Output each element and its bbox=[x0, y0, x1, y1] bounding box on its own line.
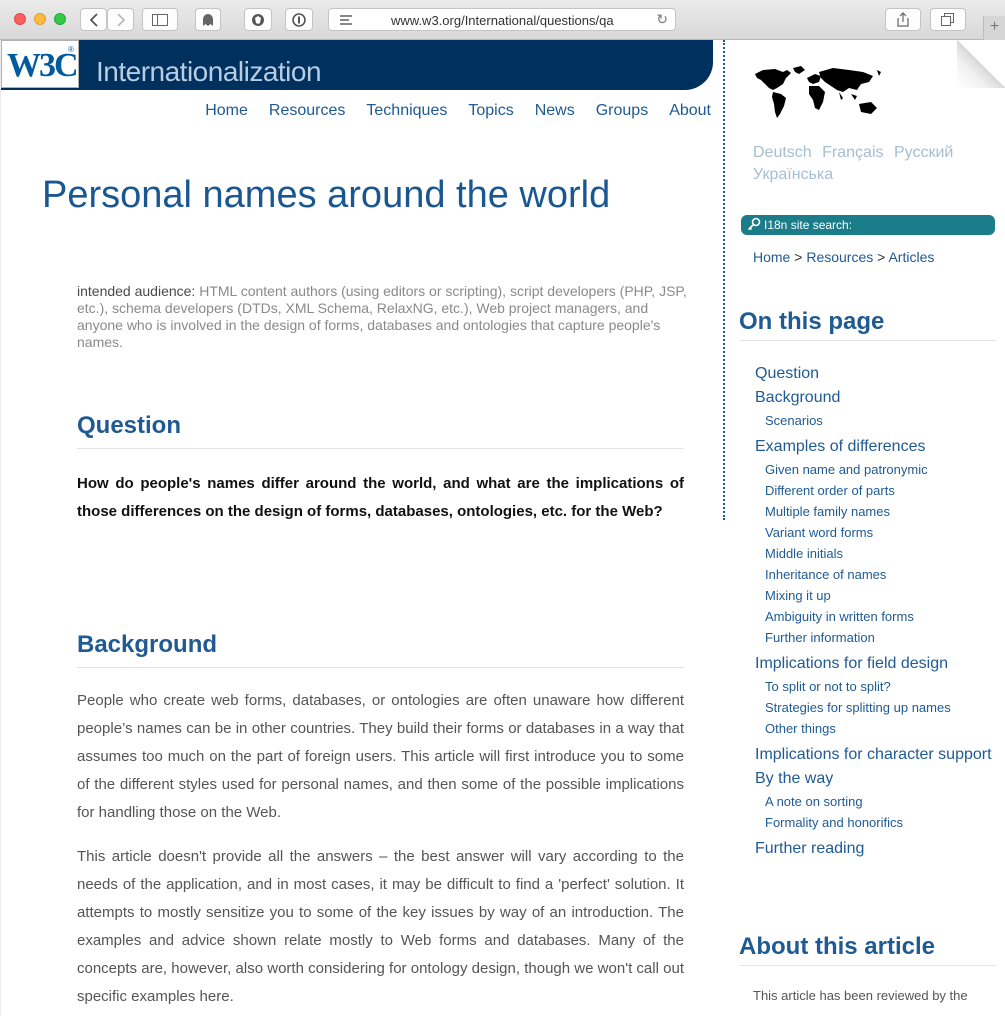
toc-subsection-link[interactable]: Different order of parts bbox=[755, 480, 1000, 501]
toc-section-link[interactable]: Question bbox=[755, 362, 1000, 386]
share-button[interactable] bbox=[885, 8, 921, 31]
zoom-window-button[interactable] bbox=[54, 13, 66, 25]
forward-arrow-icon bbox=[116, 12, 125, 27]
site-header: W3C ® Internationalization bbox=[1, 40, 713, 90]
toc-subsection-link[interactable]: Ambiguity in written forms bbox=[755, 606, 1000, 627]
extension-privacy-button[interactable] bbox=[244, 8, 272, 31]
background-heading: Background bbox=[77, 631, 684, 668]
browser-toolbar: www.w3.org/International/questions/qa ↻ … bbox=[0, 0, 1005, 40]
url-text[interactable]: www.w3.org/International/questions/qa bbox=[391, 13, 646, 28]
nav-topics[interactable]: Topics bbox=[468, 102, 513, 120]
about-article-heading: About this article bbox=[739, 933, 997, 966]
toc-subsection-link[interactable]: Given name and patronymic bbox=[755, 459, 1000, 480]
toc-section-link[interactable]: Background bbox=[755, 386, 1000, 410]
world-map-icon bbox=[755, 66, 881, 118]
nav-groups[interactable]: Groups bbox=[596, 102, 648, 120]
minimize-window-button[interactable] bbox=[34, 13, 46, 25]
toc-subsection-link[interactable]: Mixing it up bbox=[755, 585, 1000, 606]
language-francais[interactable]: Français bbox=[822, 144, 883, 161]
toc-subsection-link[interactable]: Scenarios bbox=[755, 410, 1000, 431]
breadcrumb-articles[interactable]: Articles bbox=[888, 249, 934, 265]
close-window-button[interactable] bbox=[14, 13, 26, 25]
nav-techniques[interactable]: Techniques bbox=[366, 102, 447, 120]
toc-subsection-link[interactable]: Other things bbox=[755, 718, 1000, 739]
language-deutsch[interactable]: Deutsch bbox=[753, 144, 812, 161]
reload-icon[interactable]: ↻ bbox=[656, 11, 668, 28]
nav-home[interactable]: Home bbox=[205, 102, 248, 120]
page-title: Personal names around the world bbox=[42, 174, 611, 216]
question-heading: Question bbox=[77, 412, 684, 449]
page-curl-decoration bbox=[957, 40, 1005, 88]
intended-audience: intended audience: HTML content authors … bbox=[77, 283, 687, 351]
on-this-page-heading: On this page bbox=[739, 308, 997, 341]
toc-subsection-link[interactable]: Multiple family names bbox=[755, 501, 1000, 522]
w3c-logo[interactable]: W3C ® bbox=[1, 40, 79, 88]
back-arrow-icon bbox=[89, 12, 98, 27]
ghost-icon bbox=[203, 13, 213, 26]
show-tabs-button[interactable] bbox=[930, 8, 966, 31]
web-page: W3C ® Internationalization Home Resource… bbox=[1, 40, 1005, 1016]
tabs-icon bbox=[941, 13, 954, 26]
top-navigation: Home Resources Techniques Topics News Gr… bbox=[205, 102, 711, 120]
shield-icon bbox=[252, 13, 264, 26]
nav-about[interactable]: About bbox=[669, 102, 711, 120]
toc-subsection-link[interactable]: Middle initials bbox=[755, 543, 1000, 564]
about-article-text: This article has been reviewed by the bbox=[753, 988, 968, 1003]
language-ukrainian[interactable]: Українська bbox=[753, 166, 833, 183]
reader-icon[interactable] bbox=[340, 15, 352, 25]
sidebar-toggle-button[interactable] bbox=[142, 8, 178, 31]
toc-subsection-link[interactable]: Strategies for splitting up names bbox=[755, 697, 1000, 718]
toc-subsection-link[interactable]: Formality and honorifics bbox=[755, 812, 1000, 833]
toc-subsection-link[interactable]: Further information bbox=[755, 627, 1000, 648]
share-icon bbox=[897, 12, 909, 27]
toc-subsection-link[interactable]: Variant word forms bbox=[755, 522, 1000, 543]
audience-label: intended audience: bbox=[77, 283, 196, 299]
nav-resources[interactable]: Resources bbox=[269, 102, 345, 120]
nav-news[interactable]: News bbox=[535, 102, 575, 120]
toc-section-link[interactable]: By the way bbox=[755, 767, 1000, 791]
breadcrumb-separator: > bbox=[794, 249, 803, 265]
question-text: How do people's names differ around the … bbox=[77, 475, 684, 520]
sidebar-divider bbox=[723, 40, 725, 520]
toc-section-link[interactable]: Implications for character support bbox=[755, 743, 1000, 767]
logo-registered-mark: ® bbox=[68, 45, 74, 54]
site-title[interactable]: Internationalization bbox=[96, 56, 322, 88]
sidebar-icon bbox=[152, 13, 168, 26]
table-of-contents: Question Background Scenarios Examples of d… bbox=[755, 362, 1000, 861]
breadcrumb-home[interactable]: Home bbox=[753, 249, 790, 265]
new-tab-button[interactable]: + bbox=[983, 16, 1005, 40]
toc-section-link[interactable]: Examples of differences bbox=[755, 435, 1000, 459]
site-search-bar[interactable]: I18n site search: bbox=[741, 215, 995, 235]
extension-ghostery-button[interactable] bbox=[195, 8, 221, 31]
key-icon bbox=[747, 217, 761, 231]
background-paragraph-2: This article doesn't provide all the ans… bbox=[77, 848, 684, 1005]
address-bar[interactable]: www.w3.org/International/questions/qa ↻ bbox=[328, 8, 676, 31]
language-russian[interactable]: Русский bbox=[894, 144, 953, 161]
language-links: Deutsch Français Русский Українська bbox=[753, 142, 983, 186]
toc-subsection-link[interactable]: A note on sorting bbox=[755, 791, 1000, 812]
forward-button[interactable] bbox=[107, 8, 134, 31]
breadcrumb-separator: > bbox=[877, 249, 886, 265]
password-icon bbox=[292, 12, 306, 27]
extension-password-button[interactable] bbox=[285, 8, 313, 31]
background-paragraph-1: People who create web forms, databases, … bbox=[77, 692, 684, 821]
toc-subsection-link[interactable]: To split or not to split? bbox=[755, 676, 1000, 697]
site-search-label: I18n site search: bbox=[764, 218, 853, 232]
back-button[interactable] bbox=[80, 8, 107, 31]
toc-section-link[interactable]: Implications for field design bbox=[755, 652, 1000, 676]
breadcrumb-resources[interactable]: Resources bbox=[806, 249, 873, 265]
logo-text: W3C bbox=[7, 47, 79, 84]
toc-subsection-link[interactable]: Inheritance of names bbox=[755, 564, 1000, 585]
toc-section-link[interactable]: Further reading bbox=[755, 837, 1000, 861]
breadcrumb: Home > Resources > Articles bbox=[753, 249, 934, 265]
